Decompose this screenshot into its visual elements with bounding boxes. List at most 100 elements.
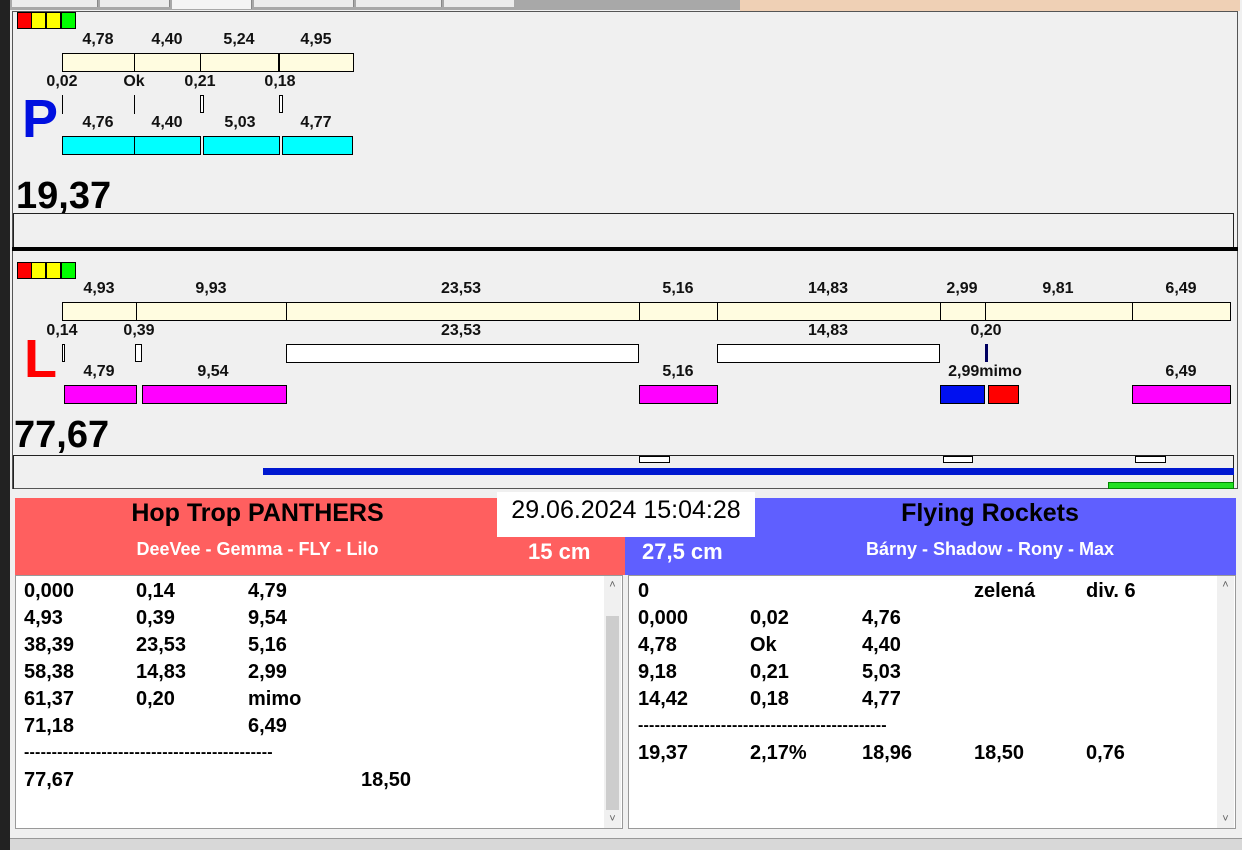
course-segment (286, 302, 640, 321)
segment-label: 2,99 (946, 280, 978, 297)
timeline-box (13, 213, 1234, 248)
change-marker (279, 95, 283, 113)
run-segment (282, 136, 353, 155)
course-segment (1132, 302, 1231, 321)
segment-label: 2,99mimo (948, 363, 1022, 380)
progress-green (1108, 482, 1234, 489)
segment-label: 4,77 (300, 114, 332, 131)
scroll-down-icon[interactable]: ˅ (1217, 812, 1234, 826)
course-segment (62, 302, 137, 321)
list-cell: 9,18 (638, 661, 677, 683)
run-segment (639, 385, 718, 404)
status-bar (10, 838, 1242, 850)
left-strip (0, 0, 10, 850)
segment-label: 4,79 (83, 363, 115, 380)
segment-label: 5,03 (224, 114, 256, 131)
tab[interactable] (356, 0, 442, 7)
segment-label: 4,40 (151, 31, 183, 48)
timeline-marker (639, 456, 670, 463)
guest-total-time: 18,50 (974, 742, 1025, 764)
list-cell: 5,03 (862, 661, 901, 683)
list-cell: 14,83 (136, 661, 187, 683)
timeline-marker (943, 456, 973, 463)
light-yellow (31, 262, 46, 279)
course-segment (62, 53, 135, 72)
segment-label: 14,83 (807, 280, 849, 297)
list-cell: 0,21 (750, 661, 789, 683)
scroll-up-icon[interactable]: ˄ (604, 578, 621, 592)
change-label: 14,83 (807, 322, 849, 339)
list-cell: 0,14 (136, 580, 175, 602)
list-cell: 0,18 (750, 688, 789, 710)
scroll-thumb[interactable] (606, 616, 619, 810)
run-segment (64, 385, 137, 404)
guest-total-diff: 0,76 (1086, 742, 1125, 764)
segment-label: 9,54 (197, 363, 229, 380)
tab[interactable] (172, 0, 252, 9)
change-marker (200, 95, 204, 113)
change-label: Ok (123, 73, 145, 90)
course-segment (985, 302, 1133, 321)
segment-label: 5,16 (662, 363, 694, 380)
course-segment (278, 53, 354, 72)
list-cell: Ok (750, 634, 777, 656)
change-label: 0,21 (184, 73, 216, 90)
course-segment (639, 302, 718, 321)
change-label: 0,20 (970, 322, 1002, 339)
segment-label: 23,53 (440, 280, 482, 297)
course-segment (200, 53, 280, 72)
tab[interactable] (12, 0, 98, 7)
guest-dogs: Bárny - Shadow - Rony - Max (865, 539, 1115, 559)
home-total: 77,67 (24, 769, 75, 791)
list-cell: 6,49 (248, 715, 287, 737)
tab[interactable] (444, 0, 514, 7)
lane-letter: P (22, 89, 59, 149)
list-cell: 38,39 (24, 634, 75, 656)
guest-total-run: 18,96 (862, 742, 913, 764)
progress-blue (263, 468, 1234, 475)
course-segment (940, 302, 986, 321)
list-cell: 0,000 (638, 607, 689, 629)
status-strip (740, 0, 1240, 11)
tab[interactable] (254, 0, 354, 7)
change-label: 23,53 (440, 322, 482, 339)
datetime: 29.06.2024 15:04:28 (497, 492, 755, 537)
segment-label: 4,95 (300, 31, 332, 48)
change-marker (135, 344, 142, 362)
list-cell: 0,02 (750, 607, 789, 629)
segment-label: 4,40 (151, 114, 183, 131)
list-cell: 4,40 (862, 634, 901, 656)
run-segment (203, 136, 280, 155)
lane-total: 19,37 (16, 175, 112, 217)
light-red (17, 12, 32, 29)
scroll-down-icon[interactable]: ˅ (604, 812, 621, 826)
home-scrollbar[interactable]: ˄ ˅ (604, 576, 621, 828)
home-results-list (15, 575, 623, 829)
scroll-up-icon[interactable]: ˄ (1217, 578, 1234, 592)
tab[interactable] (100, 0, 170, 7)
list-cell: 0,39 (136, 607, 175, 629)
segment-label: 4,78 (82, 31, 114, 48)
list-cell: 0,000 (24, 580, 75, 602)
segment-label: 9,93 (195, 280, 227, 297)
course-segment (136, 302, 287, 321)
list-cell: 23,53 (136, 634, 187, 656)
list-cell: 71,18 (24, 715, 75, 737)
run-segment (1132, 385, 1231, 404)
home-dogs: DeeVee - Gemma - FLY - Lilo (136, 539, 379, 559)
list-cell: 58,38 (24, 661, 75, 683)
guest-height: 27,5 cm (642, 539, 723, 564)
list-cell: mimo (248, 688, 302, 710)
guest-team-name: Flying Rockets (901, 499, 1079, 527)
light-green (61, 12, 76, 29)
change-marker (286, 344, 639, 363)
guest-scrollbar[interactable]: ˄ ˅ (1217, 576, 1234, 828)
list-cell: 0,20 (136, 688, 175, 710)
course-segment (134, 53, 201, 72)
separator: ----------------------------------------… (638, 717, 887, 734)
light-yellow (31, 12, 46, 29)
list-cell: 5,16 (248, 634, 287, 656)
segment-label: 6,49 (1165, 363, 1197, 380)
change-label: 0,18 (264, 73, 296, 90)
list-cell: 9,54 (248, 607, 287, 629)
